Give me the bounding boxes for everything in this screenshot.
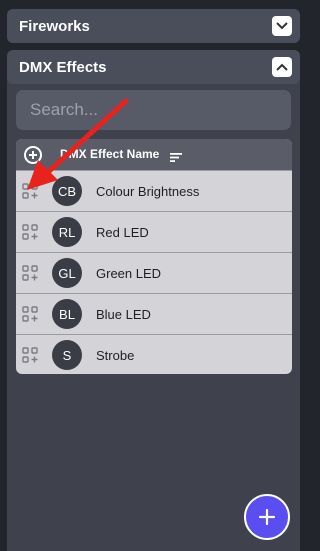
table-header: DMX Effect Name: [16, 139, 292, 170]
avatar: CB: [52, 176, 82, 206]
fireworks-panel-header[interactable]: Fireworks: [7, 9, 300, 43]
dmx-effects-panel-header[interactable]: DMX Effects: [7, 50, 300, 84]
table-row[interactable]: GL Green LED: [16, 252, 292, 293]
fireworks-title: Fireworks: [19, 17, 90, 35]
table-row[interactable]: RL Red LED: [16, 211, 292, 252]
chevron-up-icon[interactable]: [272, 57, 292, 77]
dmx-effects-panel: DMX Effects Search... DMX Effect Name CB…: [7, 50, 300, 551]
add-circle-icon[interactable]: [24, 146, 42, 164]
search-input[interactable]: Search...: [16, 90, 291, 130]
search-placeholder: Search...: [30, 100, 99, 119]
effect-name: Strobe: [96, 348, 135, 363]
dmx-effects-table: DMX Effect Name CB Colour Brightness RL …: [16, 139, 292, 374]
table-row[interactable]: BL Blue LED: [16, 293, 292, 334]
effect-name: Blue LED: [96, 307, 151, 322]
avatar: BL: [52, 299, 82, 329]
effect-name: Red LED: [96, 225, 149, 240]
column-header-name[interactable]: DMX Effect Name: [60, 147, 159, 161]
drag-add-icon[interactable]: [22, 183, 38, 199]
drag-add-icon[interactable]: [22, 306, 38, 322]
table-row[interactable]: S Strobe: [16, 334, 292, 374]
avatar: RL: [52, 217, 82, 247]
effect-name: Green LED: [96, 266, 162, 281]
drag-add-icon[interactable]: [22, 265, 38, 281]
table-row[interactable]: CB Colour Brightness: [16, 170, 292, 211]
add-effect-button[interactable]: [244, 494, 290, 540]
avatar: S: [52, 340, 82, 370]
chevron-down-icon[interactable]: [272, 16, 292, 36]
drag-add-icon[interactable]: [22, 347, 38, 363]
dmx-effects-title: DMX Effects: [19, 58, 107, 76]
drag-add-icon[interactable]: [22, 224, 38, 240]
plus-icon: [258, 508, 276, 526]
avatar: GL: [52, 258, 82, 288]
sort-icon[interactable]: [170, 149, 182, 167]
effect-name: Colour Brightness: [96, 184, 200, 199]
